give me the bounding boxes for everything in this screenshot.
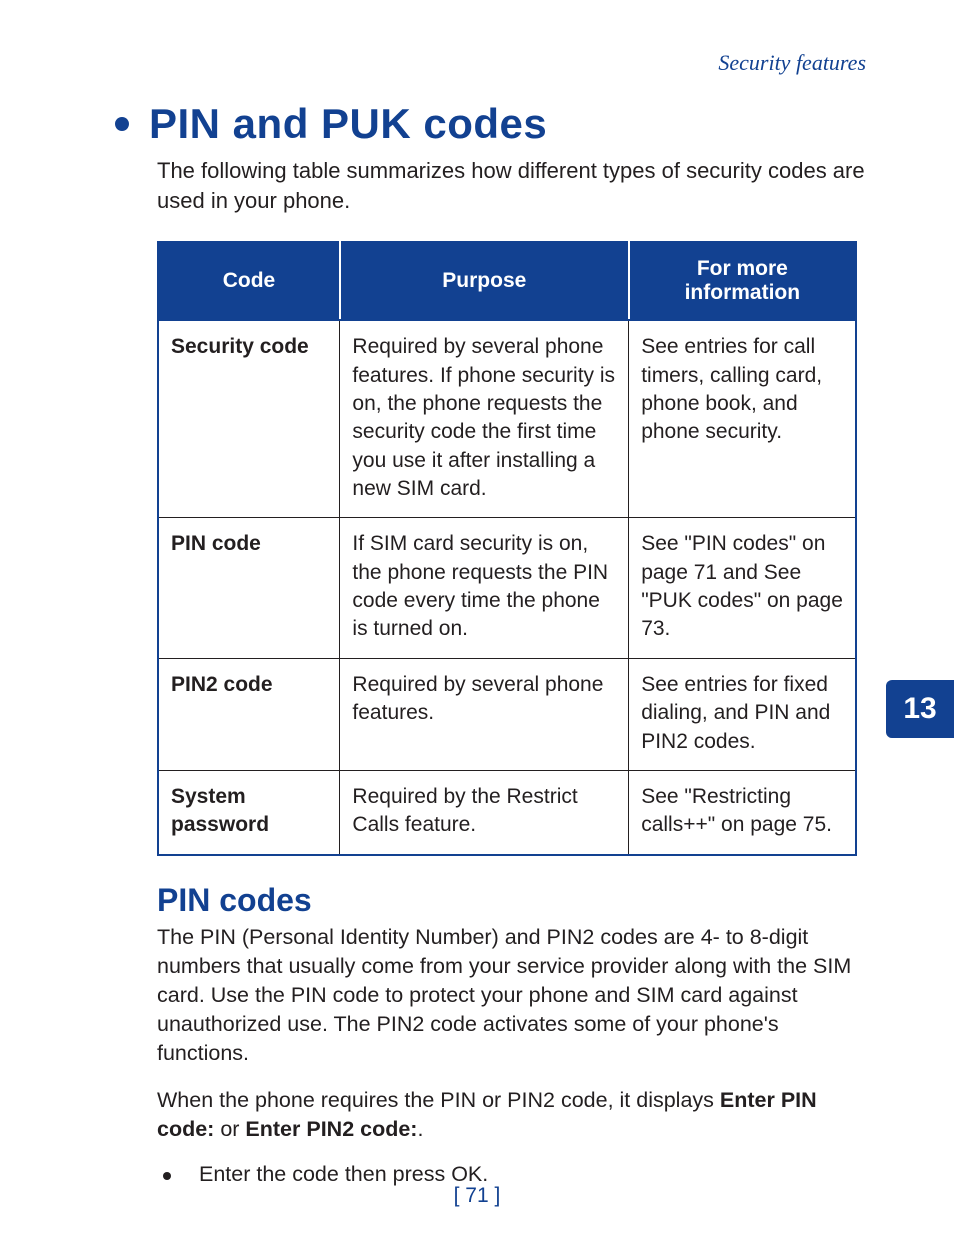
text: Enter the code then press <box>199 1162 451 1186</box>
cell-purpose: If SIM card security is on, the phone re… <box>340 518 629 658</box>
th-code: Code <box>158 242 340 320</box>
bullet-icon <box>115 117 129 131</box>
section-label: Security features <box>115 50 866 76</box>
text: . <box>482 1162 488 1186</box>
intro-paragraph: The following table summarizes how diffe… <box>157 156 866 215</box>
paragraph: When the phone requires the PIN or PIN2 … <box>157 1086 866 1144</box>
chapter-tab: 13 <box>886 680 954 738</box>
text: When the phone requires the PIN or PIN2 … <box>157 1088 720 1112</box>
text: . <box>417 1117 423 1141</box>
list-item-text: Enter the code then press OK. <box>199 1162 488 1187</box>
bold-text: Enter PIN2 code: <box>245 1117 417 1141</box>
codes-table: Code Purpose For more information Securi… <box>157 241 857 855</box>
subheading: PIN codes <box>157 882 866 919</box>
th-purpose: Purpose <box>340 242 629 320</box>
cell-info: See "PIN codes" on page 71 and See "PUK … <box>629 518 856 658</box>
table-row: PIN2 code Required by several phone feat… <box>158 658 856 770</box>
bold-text: OK <box>451 1162 482 1186</box>
table-header-row: Code Purpose For more information <box>158 242 856 320</box>
bullet-icon <box>163 1172 171 1180</box>
cell-info: See entries for fixed dialing, and PIN a… <box>629 658 856 770</box>
cell-code: Security code <box>158 320 340 518</box>
th-info: For more information <box>629 242 856 320</box>
cell-code: PIN code <box>158 518 340 658</box>
cell-code: System password <box>158 770 340 854</box>
text: or <box>214 1117 245 1141</box>
table-row: Security code Required by several phone … <box>158 320 856 518</box>
table-row: PIN code If SIM card security is on, the… <box>158 518 856 658</box>
cell-info: See "Restricting calls++" on page 75. <box>629 770 856 854</box>
paragraph: The PIN (Personal Identity Number) and P… <box>157 923 866 1068</box>
page: Security features PIN and PUK codes The … <box>0 0 954 1248</box>
cell-purpose: Required by several phone features. If p… <box>340 320 629 518</box>
cell-purpose: Required by the Restrict Calls feature. <box>340 770 629 854</box>
cell-purpose: Required by several phone features. <box>340 658 629 770</box>
cell-code: PIN2 code <box>158 658 340 770</box>
page-title: PIN and PUK codes <box>149 100 547 148</box>
page-number: [ 71 ] <box>0 1184 954 1208</box>
table-row: System password Required by the Restrict… <box>158 770 856 854</box>
list-item: Enter the code then press OK. <box>157 1162 866 1187</box>
cell-info: See entries for call timers, calling car… <box>629 320 856 518</box>
page-title-row: PIN and PUK codes <box>115 100 866 148</box>
